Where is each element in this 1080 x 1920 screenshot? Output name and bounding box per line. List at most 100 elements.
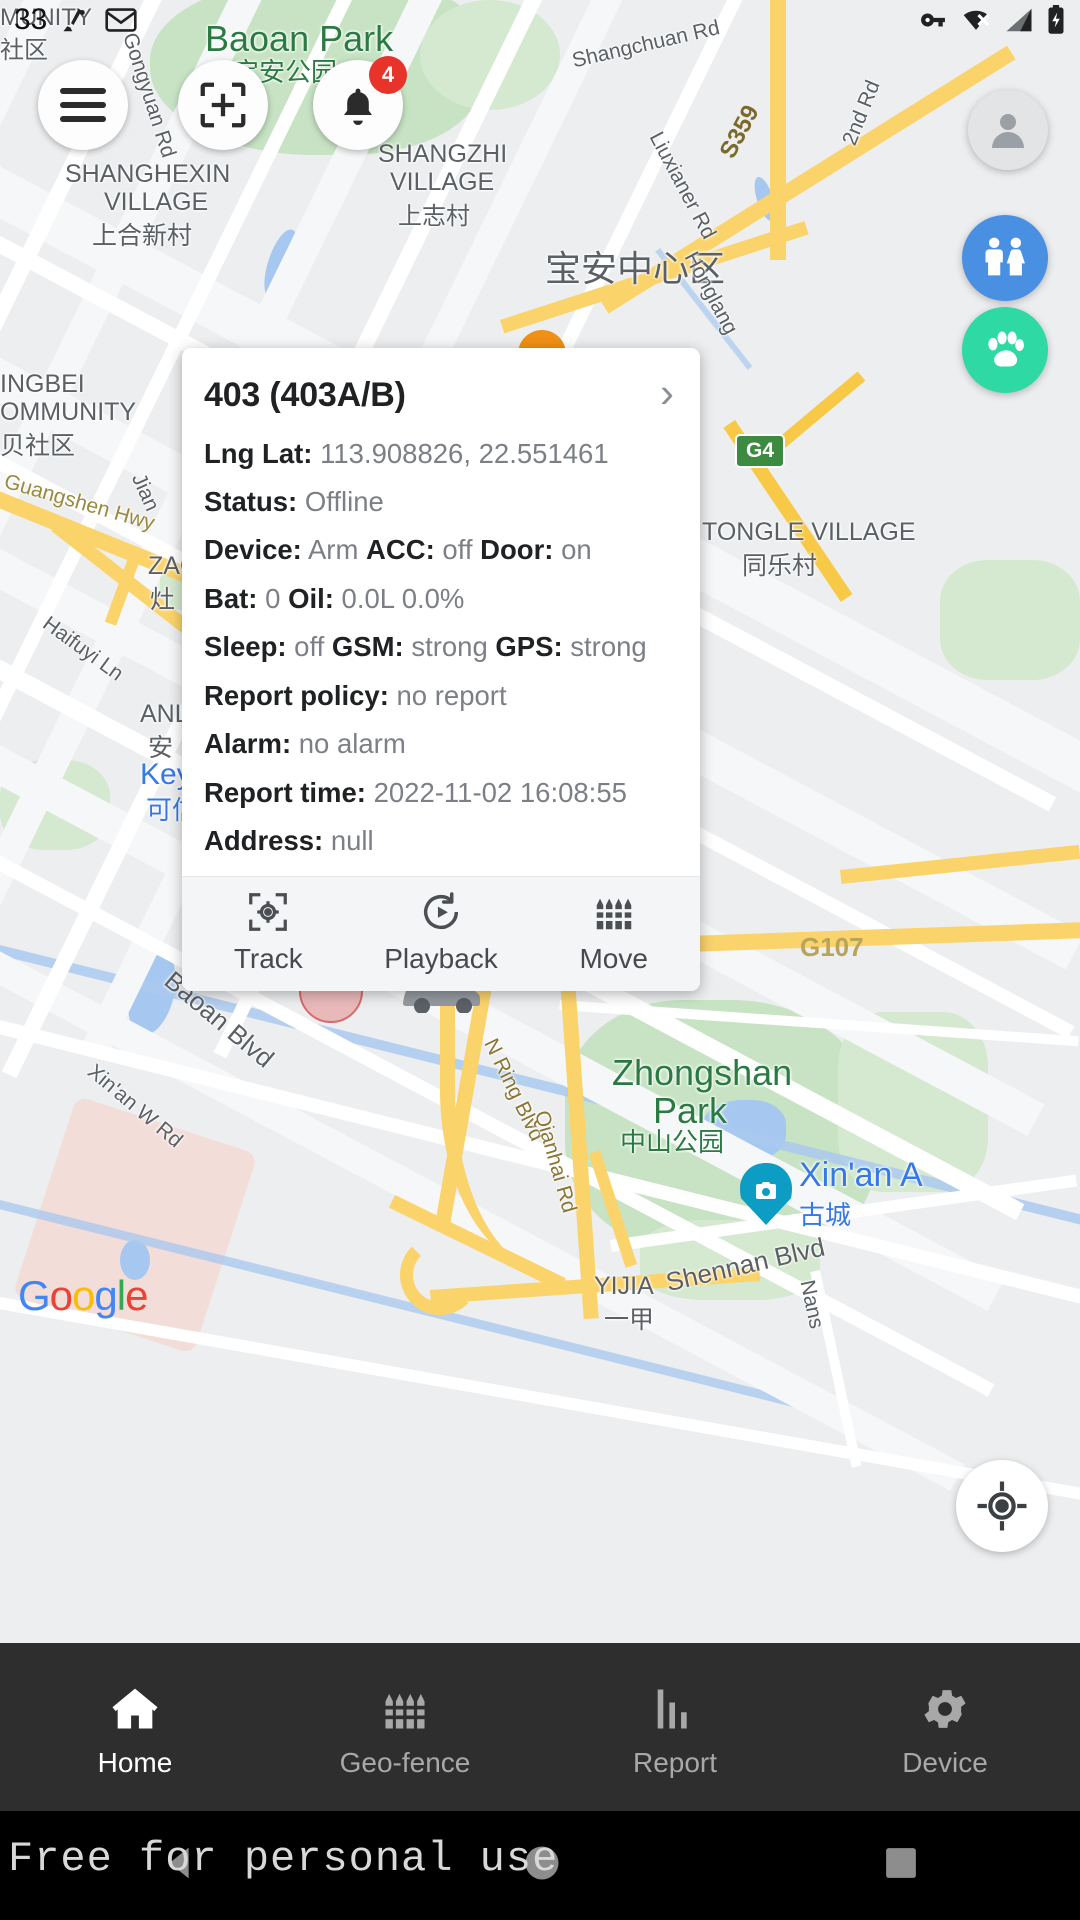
my-location-button[interactable]: [956, 1460, 1048, 1552]
route-shield-g4: G4: [735, 434, 786, 468]
action-label: Playback: [384, 942, 498, 974]
home-icon: [112, 1688, 158, 1729]
family-filter-button[interactable]: [962, 215, 1048, 301]
satellite-icon: [61, 5, 91, 35]
card-action-bar: Track Playback Move: [182, 875, 700, 991]
nav-item-report[interactable]: Report: [540, 1643, 810, 1811]
row-value: 0: [265, 582, 281, 614]
map-label: SHANGZHI: [378, 140, 508, 168]
logo-letter: e: [125, 1272, 148, 1319]
pet-filter-button[interactable]: [962, 307, 1048, 393]
info-row-battery-oil: Bat: 0 Oil: 0.0L 0.0%: [204, 583, 678, 615]
row-value: null: [330, 825, 374, 857]
mail-icon: [105, 7, 137, 33]
row-label: Door:: [480, 534, 554, 566]
map-label: 上合新村: [92, 222, 193, 250]
fence-icon: [383, 1693, 427, 1729]
google-logo: Google: [18, 1272, 148, 1320]
family-icon: [985, 237, 1025, 276]
wifi-off-icon: [960, 7, 992, 33]
device-title: 403 (403A/B): [204, 376, 406, 415]
map-label: TONGLE VILLAGE: [702, 518, 916, 546]
map-label: OMMUNITY: [0, 398, 137, 426]
action-label: Move: [579, 942, 648, 974]
nav-label: Device: [902, 1747, 988, 1778]
map-label: YIJIA: [594, 1272, 654, 1300]
nav-label: Home: [97, 1747, 173, 1778]
card-header: 403 (403A/B) ›: [204, 372, 678, 416]
profile-avatar-button[interactable]: [968, 90, 1048, 170]
row-value: strong: [411, 631, 488, 663]
nav-item-device[interactable]: Device: [810, 1643, 1080, 1811]
row-value: Arm: [307, 534, 359, 566]
poi-label: Xin'an A: [799, 1156, 923, 1194]
row-label: GPS:: [495, 631, 563, 663]
row-label: Sleep:: [204, 631, 287, 663]
row-label: Device:: [204, 534, 302, 566]
poi-xinan[interactable]: Xin'an A 古城: [740, 1156, 923, 1232]
row-label: ACC:: [366, 534, 435, 566]
info-row-report-policy: Report policy: no report: [204, 680, 678, 712]
scan-locate-button[interactable]: [178, 60, 268, 150]
info-row-alarm: Alarm: no alarm: [204, 728, 678, 760]
map-label: VILLAGE: [390, 168, 495, 196]
info-row-report-time: Report time: 2022-11-02 16:08:55: [204, 777, 678, 809]
map-label: 中山公园: [620, 1127, 725, 1157]
nav-item-home[interactable]: Home: [0, 1643, 270, 1811]
track-button[interactable]: Track: [182, 889, 355, 975]
row-label: Address:: [204, 825, 324, 857]
row-value: off: [294, 631, 325, 663]
nav-label: Report: [632, 1747, 718, 1778]
action-label: Track: [233, 942, 303, 974]
map-label: 一甲: [604, 1306, 655, 1334]
row-label: Report time:: [204, 776, 366, 808]
nav-item-geofence[interactable]: Geo-fence: [270, 1643, 540, 1811]
map-label: 同乐村: [742, 552, 818, 580]
playback-button[interactable]: Playback: [355, 889, 528, 975]
track-crosshair-icon: [249, 892, 288, 931]
row-value: strong: [570, 631, 647, 663]
replay-icon: [423, 891, 459, 929]
row-label: Lng Lat:: [204, 437, 313, 469]
notifications-button[interactable]: 4: [313, 56, 407, 150]
nav-label: Geo-fence: [339, 1747, 471, 1778]
status-time: 33: [14, 3, 48, 36]
row-value: 113.908826, 22.551461: [320, 437, 609, 469]
recents-square-icon: [886, 1848, 916, 1878]
menu-button[interactable]: [38, 60, 128, 150]
row-value: Offline: [304, 486, 384, 518]
route-shield-g107: G107: [800, 932, 864, 962]
gear-icon: [924, 1690, 966, 1728]
move-button[interactable]: Move: [527, 889, 700, 975]
fence-icon: [594, 898, 633, 929]
battery-charging-icon: [1046, 5, 1066, 35]
map-label: SHANGHEXIN: [65, 160, 231, 188]
crosshair-frame-icon: [200, 82, 246, 128]
row-value: off: [442, 534, 473, 566]
row-label: Bat:: [204, 582, 258, 614]
camera-pin-icon: [740, 1163, 792, 1225]
map-label: 上志村: [398, 203, 470, 230]
info-row-status: Status: Offline: [204, 486, 678, 518]
row-value: on: [561, 534, 592, 566]
system-recents-button[interactable]: [880, 1842, 922, 1889]
map-label: INGBEI: [0, 370, 85, 398]
status-bar: 33: [0, 0, 1080, 40]
device-info-card[interactable]: 403 (403A/B) › Lng Lat: 113.908826, 22.5…: [182, 348, 700, 991]
bottom-navigation: Home Geo-fence Report Device: [0, 1643, 1080, 1811]
map-label-zhongshan-park: Zhongshan: [612, 1052, 793, 1093]
info-row-lnglat: Lng Lat: 113.908826, 22.551461: [204, 438, 678, 470]
map-label: VILLAGE: [104, 188, 209, 216]
notification-badge: 4: [369, 56, 407, 94]
info-row-device: Device: Arm ACC: off Door: on: [204, 534, 678, 566]
info-row-address: Address: null: [204, 825, 678, 857]
hamburger-icon: [60, 88, 106, 122]
row-label: GSM:: [331, 631, 404, 663]
logo-letter: g: [94, 1272, 117, 1319]
map-label: 贝社区: [0, 432, 76, 460]
row-label: Oil:: [288, 582, 334, 614]
chevron-right-icon[interactable]: ›: [650, 372, 678, 416]
row-value: no report: [396, 679, 507, 711]
my-location-icon: [977, 1481, 1027, 1531]
vpn-key-icon: [918, 7, 948, 33]
